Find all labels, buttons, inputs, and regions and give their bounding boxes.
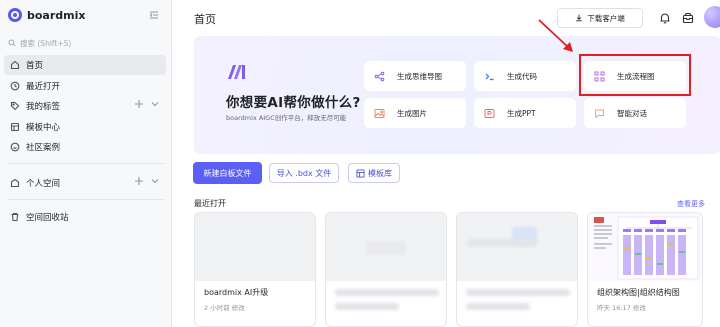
feature-ppt[interactable]: 生成PPT bbox=[474, 98, 576, 128]
sidebar-divider bbox=[8, 199, 164, 200]
ppt-icon bbox=[484, 108, 495, 119]
search-input[interactable]: 搜索 (Shift+S) bbox=[8, 36, 164, 50]
file-modified-time: 2 小时前 修改 bbox=[204, 304, 245, 312]
tag-icon bbox=[9, 100, 21, 112]
sidebar-item-label: 模板中心 bbox=[26, 123, 61, 133]
sidebar-item-label: 我的标签 bbox=[26, 102, 61, 112]
sidebar-item-label: 个人空间 bbox=[26, 179, 61, 189]
search-placeholder: 搜索 (Shift+S) bbox=[20, 38, 72, 48]
new-board-button[interactable]: 新建白板文件 bbox=[193, 162, 262, 184]
collapse-sidebar-icon[interactable] bbox=[148, 9, 160, 21]
trash-icon bbox=[9, 211, 21, 223]
file-title: boardmix AI升级 bbox=[204, 288, 269, 297]
sidebar-item-label: 空间回收站 bbox=[26, 213, 69, 223]
file-title: 组织架构图|组织结构图 bbox=[597, 288, 680, 297]
hero-subtitle: boardmix AIGC创作平台，释放无尽可能 bbox=[226, 114, 347, 122]
space-icon bbox=[9, 177, 21, 189]
feature-label: 生成PPT bbox=[507, 108, 536, 118]
feature-image[interactable]: 生成图片 bbox=[364, 98, 466, 128]
file-thumbnail bbox=[457, 213, 577, 281]
search-icon bbox=[8, 39, 16, 47]
main-content: 首页 下载客户端 你想要AI帮你做什么? boardmix AIGC创作平台，释… bbox=[172, 0, 720, 327]
file-thumbnail bbox=[588, 213, 702, 281]
sidebar-item-label: 最近打开 bbox=[26, 82, 61, 92]
recent-file-card[interactable]: 组织架构图|组织结构图 昨天 16:17 修改 bbox=[587, 212, 703, 327]
sidebar-item-trash[interactable]: 空间回收站 bbox=[4, 207, 166, 227]
recent-section-title: 最近打开 bbox=[194, 199, 226, 208]
file-thumbnail bbox=[326, 213, 446, 281]
feature-label: 智能对话 bbox=[617, 108, 647, 118]
sidebar-item-tags[interactable]: 我的标签 bbox=[4, 96, 166, 116]
blurred-title bbox=[335, 289, 439, 296]
chat-icon bbox=[594, 108, 605, 119]
chevron-down-icon[interactable] bbox=[150, 99, 160, 109]
file-modified-time: 昨天 16:17 修改 bbox=[597, 304, 646, 312]
chevron-down-icon[interactable] bbox=[150, 176, 160, 186]
feature-chat[interactable]: 智能对话 bbox=[584, 98, 686, 128]
recent-file-card[interactable] bbox=[325, 212, 447, 327]
blurred-meta bbox=[335, 303, 399, 310]
app-name: boardmix bbox=[27, 8, 86, 22]
sidebar-divider bbox=[8, 163, 164, 164]
sidebar-item-label: 首页 bbox=[26, 61, 44, 71]
sidebar: boardmix 搜索 (Shift+S) 首页 最近打开 我的标签 模板中心 … bbox=[0, 0, 172, 327]
recent-file-card[interactable]: boardmix AI升级 2 小时前 修改 bbox=[194, 212, 316, 327]
sidebar-item-recent[interactable]: 最近打开 bbox=[4, 76, 166, 96]
add-space-icon[interactable] bbox=[134, 176, 144, 186]
template-icon bbox=[356, 168, 365, 178]
sidebar-item-label: 社区案例 bbox=[26, 143, 61, 153]
add-tag-icon[interactable] bbox=[134, 99, 144, 109]
import-bdx-label: 导入 .bdx 文件 bbox=[276, 168, 332, 178]
template-library-button[interactable]: 模板库 bbox=[348, 163, 400, 183]
org-chart-thumbnail bbox=[594, 216, 699, 280]
file-thumbnail bbox=[195, 213, 315, 281]
image-icon bbox=[374, 108, 385, 119]
sidebar-item-community[interactable]: 社区案例 bbox=[4, 137, 166, 157]
annotation-arrow-icon bbox=[538, 19, 573, 52]
blurred-title bbox=[466, 289, 570, 296]
boardmix-logo-icon bbox=[8, 8, 22, 22]
recent-file-card[interactable] bbox=[456, 212, 578, 327]
template-icon bbox=[9, 121, 21, 133]
import-bdx-button[interactable]: 导入 .bdx 文件 bbox=[269, 163, 339, 183]
sidebar-item-templates[interactable]: 模板中心 bbox=[4, 117, 166, 137]
sidebar-item-home[interactable]: 首页 bbox=[4, 55, 166, 75]
sidebar-item-personal-space[interactable]: 个人空间 bbox=[4, 173, 166, 193]
template-library-label: 模板库 bbox=[368, 168, 392, 178]
hero-title: 你想要AI帮你做什么? bbox=[226, 95, 361, 111]
clock-icon bbox=[9, 80, 21, 92]
home-icon bbox=[9, 59, 21, 71]
community-icon bbox=[9, 141, 21, 153]
see-more-link[interactable]: 查看更多 bbox=[677, 199, 705, 209]
feature-label: 生成图片 bbox=[397, 108, 427, 118]
blurred-meta bbox=[466, 303, 530, 310]
logo[interactable]: boardmix bbox=[8, 6, 164, 24]
